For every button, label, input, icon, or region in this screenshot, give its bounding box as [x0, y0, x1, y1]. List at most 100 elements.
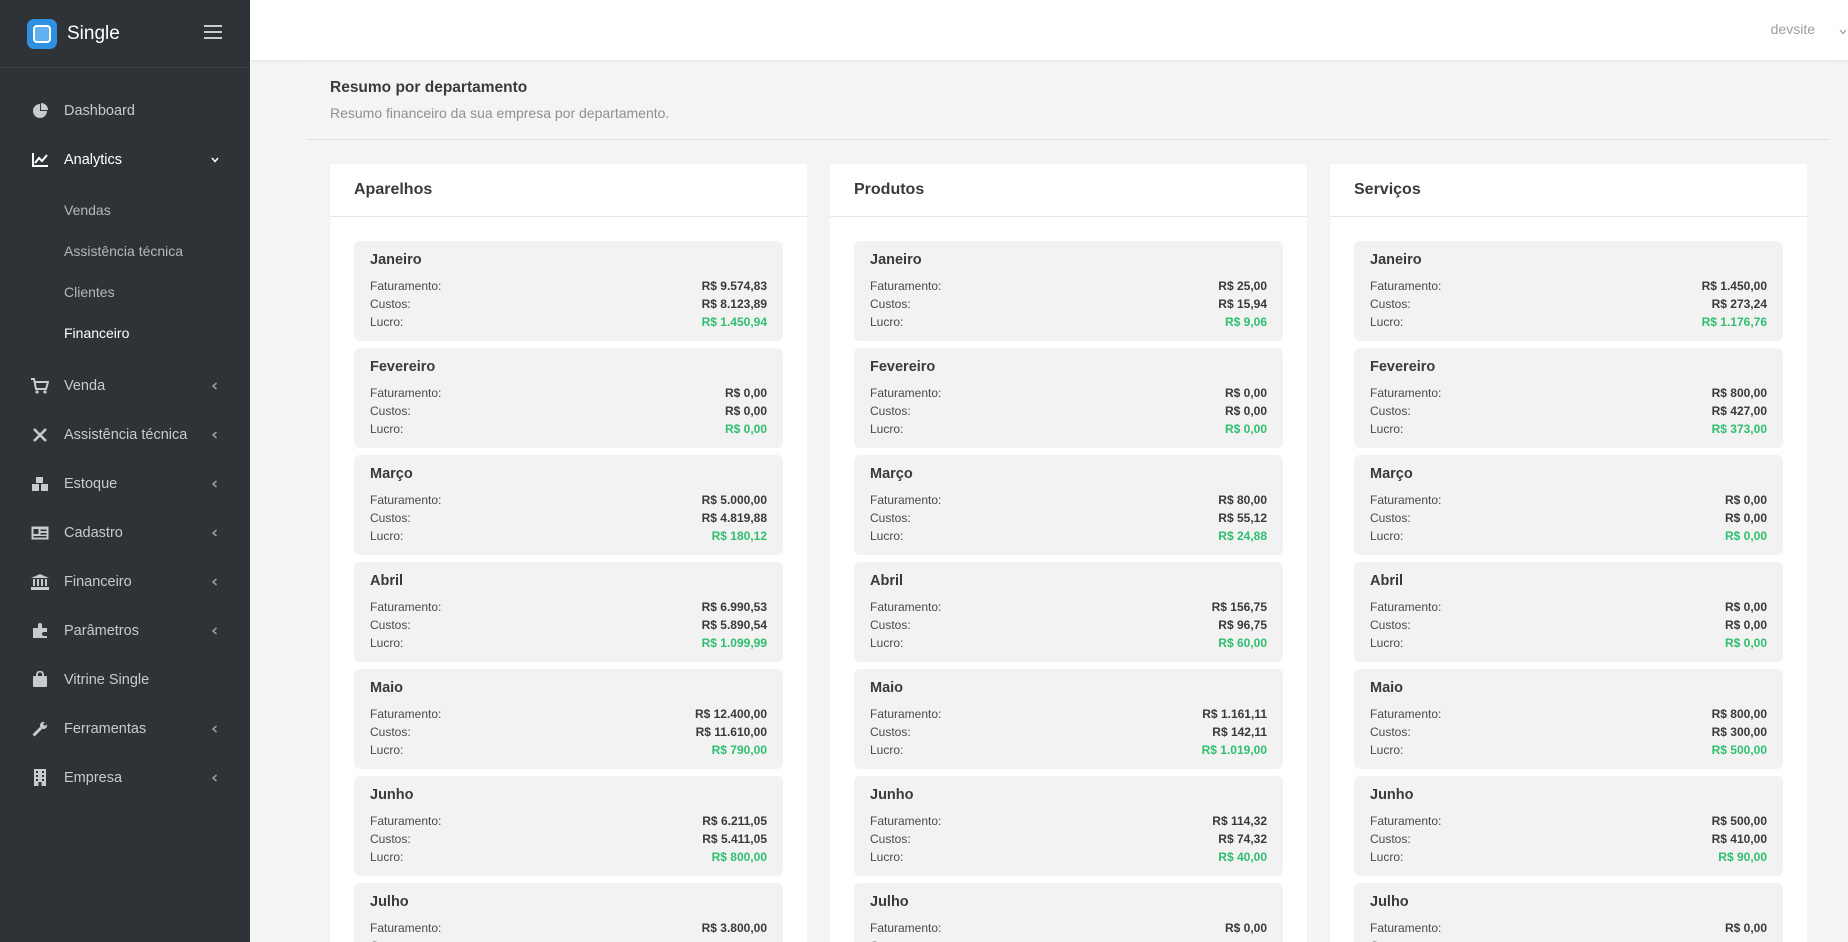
profit-row: Lucro: R$ 1.450,94 [370, 313, 767, 331]
revenue-row: Faturamento: R$ 9.574,83 [370, 277, 767, 295]
profit-row: Lucro: R$ 60,00 [870, 634, 1267, 652]
revenue-row: Faturamento: R$ 0,00 [1370, 598, 1767, 616]
profit-label: Lucro: [370, 636, 404, 650]
chevron-down-icon[interactable] [1838, 24, 1848, 42]
sidebar-item-vitrine-single[interactable]: Vitrine Single [0, 655, 250, 704]
topbar: devsite [250, 0, 1848, 60]
revenue-label: Faturamento: [1370, 814, 1442, 828]
chevron-left-icon [210, 379, 220, 395]
building-icon [31, 769, 49, 787]
month-summary: Maio Faturamento: R$ 1.161,11 Custos: R$ 142… [854, 669, 1283, 769]
revenue-value: R$ 156,75 [1211, 600, 1267, 614]
sidebar-item-label: Analytics [64, 151, 123, 168]
profit-row: Lucro: R$ 800,00 [370, 848, 767, 866]
revenue-label: Faturamento: [370, 707, 442, 721]
sidebar-item-label: Ferramentas [64, 720, 147, 737]
profit-value: R$ 500,00 [1711, 743, 1767, 757]
sidebar-item-parametros[interactable]: Parâmetros [0, 606, 250, 655]
puzzle-icon [31, 622, 49, 640]
month-summary: Maio Faturamento: R$ 800,00 Custos: R$ 300,0… [1354, 669, 1783, 769]
month-name: Junho [370, 787, 414, 803]
costs-row: Custos: R$ 11.610,00 [370, 723, 767, 741]
sidebar-item-cadastro[interactable]: Cadastro [0, 508, 250, 557]
costs-value: R$ 11.610,00 [695, 725, 767, 739]
sidebar-subitem-clientes[interactable]: Clientes [0, 271, 250, 312]
sidebar-item-venda[interactable]: Venda [0, 361, 250, 410]
sidebar-item-empresa[interactable]: Empresa [0, 753, 250, 802]
revenue-row: Faturamento: R$ 25,00 [870, 277, 1267, 295]
sidebar-item-label: Financeiro [64, 573, 132, 590]
costs-row: Custos: R$ 0,00 [1370, 616, 1767, 634]
month-summary: Janeiro Faturamento: R$ 9.574,83 Custos: R$ … [354, 241, 783, 341]
brand: Single [0, 0, 250, 68]
sidebar-item-ferramentas[interactable]: Ferramentas [0, 704, 250, 753]
revenue-value: R$ 500,00 [1711, 814, 1767, 828]
hamburger-menu-icon[interactable] [204, 25, 222, 39]
revenue-label: Faturamento: [870, 600, 942, 614]
costs-value: R$ 15,94 [1218, 297, 1267, 311]
profit-row: Lucro: R$ 0,00 [870, 420, 1267, 438]
single-logo-icon[interactable] [27, 18, 57, 49]
chevron-left-icon [210, 428, 220, 444]
month-name: Abril [1370, 573, 1404, 589]
profit-label: Lucro: [870, 850, 904, 864]
costs-label: Custos: [870, 618, 911, 632]
sidebar-item-analytics[interactable]: Analytics [0, 135, 250, 184]
chevron-left-icon [210, 575, 220, 591]
revenue-label: Faturamento: [370, 814, 442, 828]
costs-row: Custos: R$ 427,00 [1370, 402, 1767, 420]
profit-label: Lucro: [870, 636, 904, 650]
profit-label: Lucro: [870, 529, 904, 543]
costs-label: Custos: [1370, 725, 1411, 739]
revenue-row: Faturamento: R$ 6.990,53 [370, 598, 767, 616]
month-name: Janeiro [1370, 252, 1422, 268]
profit-value: R$ 0,00 [724, 422, 767, 436]
profit-label: Lucro: [370, 850, 404, 864]
costs-row: Custos: R$ 0,00 [370, 402, 767, 420]
revenue-row: Faturamento: R$ 1.161,11 [870, 705, 1267, 723]
sidebar-subitem-vendas[interactable]: Vendas [0, 189, 250, 230]
costs-value: R$ 0,00 [1724, 511, 1767, 525]
revenue-value: R$ 5.000,00 [701, 493, 767, 507]
costs-label: Custos: [370, 725, 411, 739]
id-card-icon [31, 524, 49, 542]
sidebar-subitem-financeiro[interactable]: Financeiro [0, 312, 250, 353]
chevron-left-icon [210, 722, 220, 738]
sidebar-item-assistencia-tecnica[interactable]: Assistência técnica [0, 410, 250, 459]
user-menu[interactable]: devsite [1771, 21, 1815, 37]
profit-value: R$ 1.450,94 [701, 315, 767, 329]
month-summary: Janeiro Faturamento: R$ 1.450,00 Custos: R$ … [1354, 241, 1783, 341]
revenue-label: Faturamento: [1370, 493, 1442, 507]
department-card: Produtos Janeiro Faturamento: R$ 25,00 Custo… [830, 164, 1307, 942]
profit-row: Lucro: R$ 373,00 [1370, 420, 1767, 438]
sidebar-subitem-assistencia[interactable]: Assistência técnica [0, 230, 250, 271]
profit-row: Lucro: R$ 1.019,00 [870, 741, 1267, 759]
revenue-row: Faturamento: R$ 80,00 [870, 491, 1267, 509]
month-summary: Junho Faturamento: R$ 500,00 Custos: R$ 410,… [1354, 776, 1783, 876]
sidebar-item-label: Vitrine Single [64, 671, 150, 688]
revenue-label: Faturamento: [1370, 921, 1442, 935]
revenue-row: Faturamento: R$ 0,00 [1370, 919, 1767, 937]
department-card: Aparelhos Janeiro Faturamento: R$ 9.574,83 C… [330, 164, 807, 942]
profit-label: Lucro: [870, 422, 904, 436]
sidebar-item-dashboard[interactable]: Dashboard [0, 86, 250, 135]
sidebar-item-estoque[interactable]: Estoque [0, 459, 250, 508]
profit-label: Lucro: [370, 315, 404, 329]
panel-header: Resumo por departamento Resumo financeir… [306, 62, 1830, 140]
profit-value: R$ 1.019,00 [1201, 743, 1267, 757]
revenue-value: R$ 114,32 [1212, 814, 1267, 828]
costs-row: Custos: R$ 4.819,88 [370, 509, 767, 527]
brand-name[interactable]: Single [67, 23, 120, 45]
revenue-label: Faturamento: [870, 921, 942, 935]
month-name: Julho [1370, 894, 1409, 910]
sidebar-item-label: Assistência técnica [64, 426, 188, 443]
month-summary: Fevereiro Faturamento: R$ 0,00 Custos: R$ 0,… [854, 348, 1283, 448]
revenue-label: Faturamento: [1370, 600, 1442, 614]
costs-row: Custos: R$ 5.411,05 [370, 830, 767, 848]
revenue-label: Faturamento: [870, 707, 942, 721]
sidebar-item-financeiro[interactable]: Financeiro [0, 557, 250, 606]
costs-row: Custos: R$ 74,32 [870, 830, 1267, 848]
month-name: Maio [870, 680, 904, 696]
profit-value: R$ 0,00 [1224, 422, 1267, 436]
profit-value: R$ 800,00 [711, 850, 767, 864]
